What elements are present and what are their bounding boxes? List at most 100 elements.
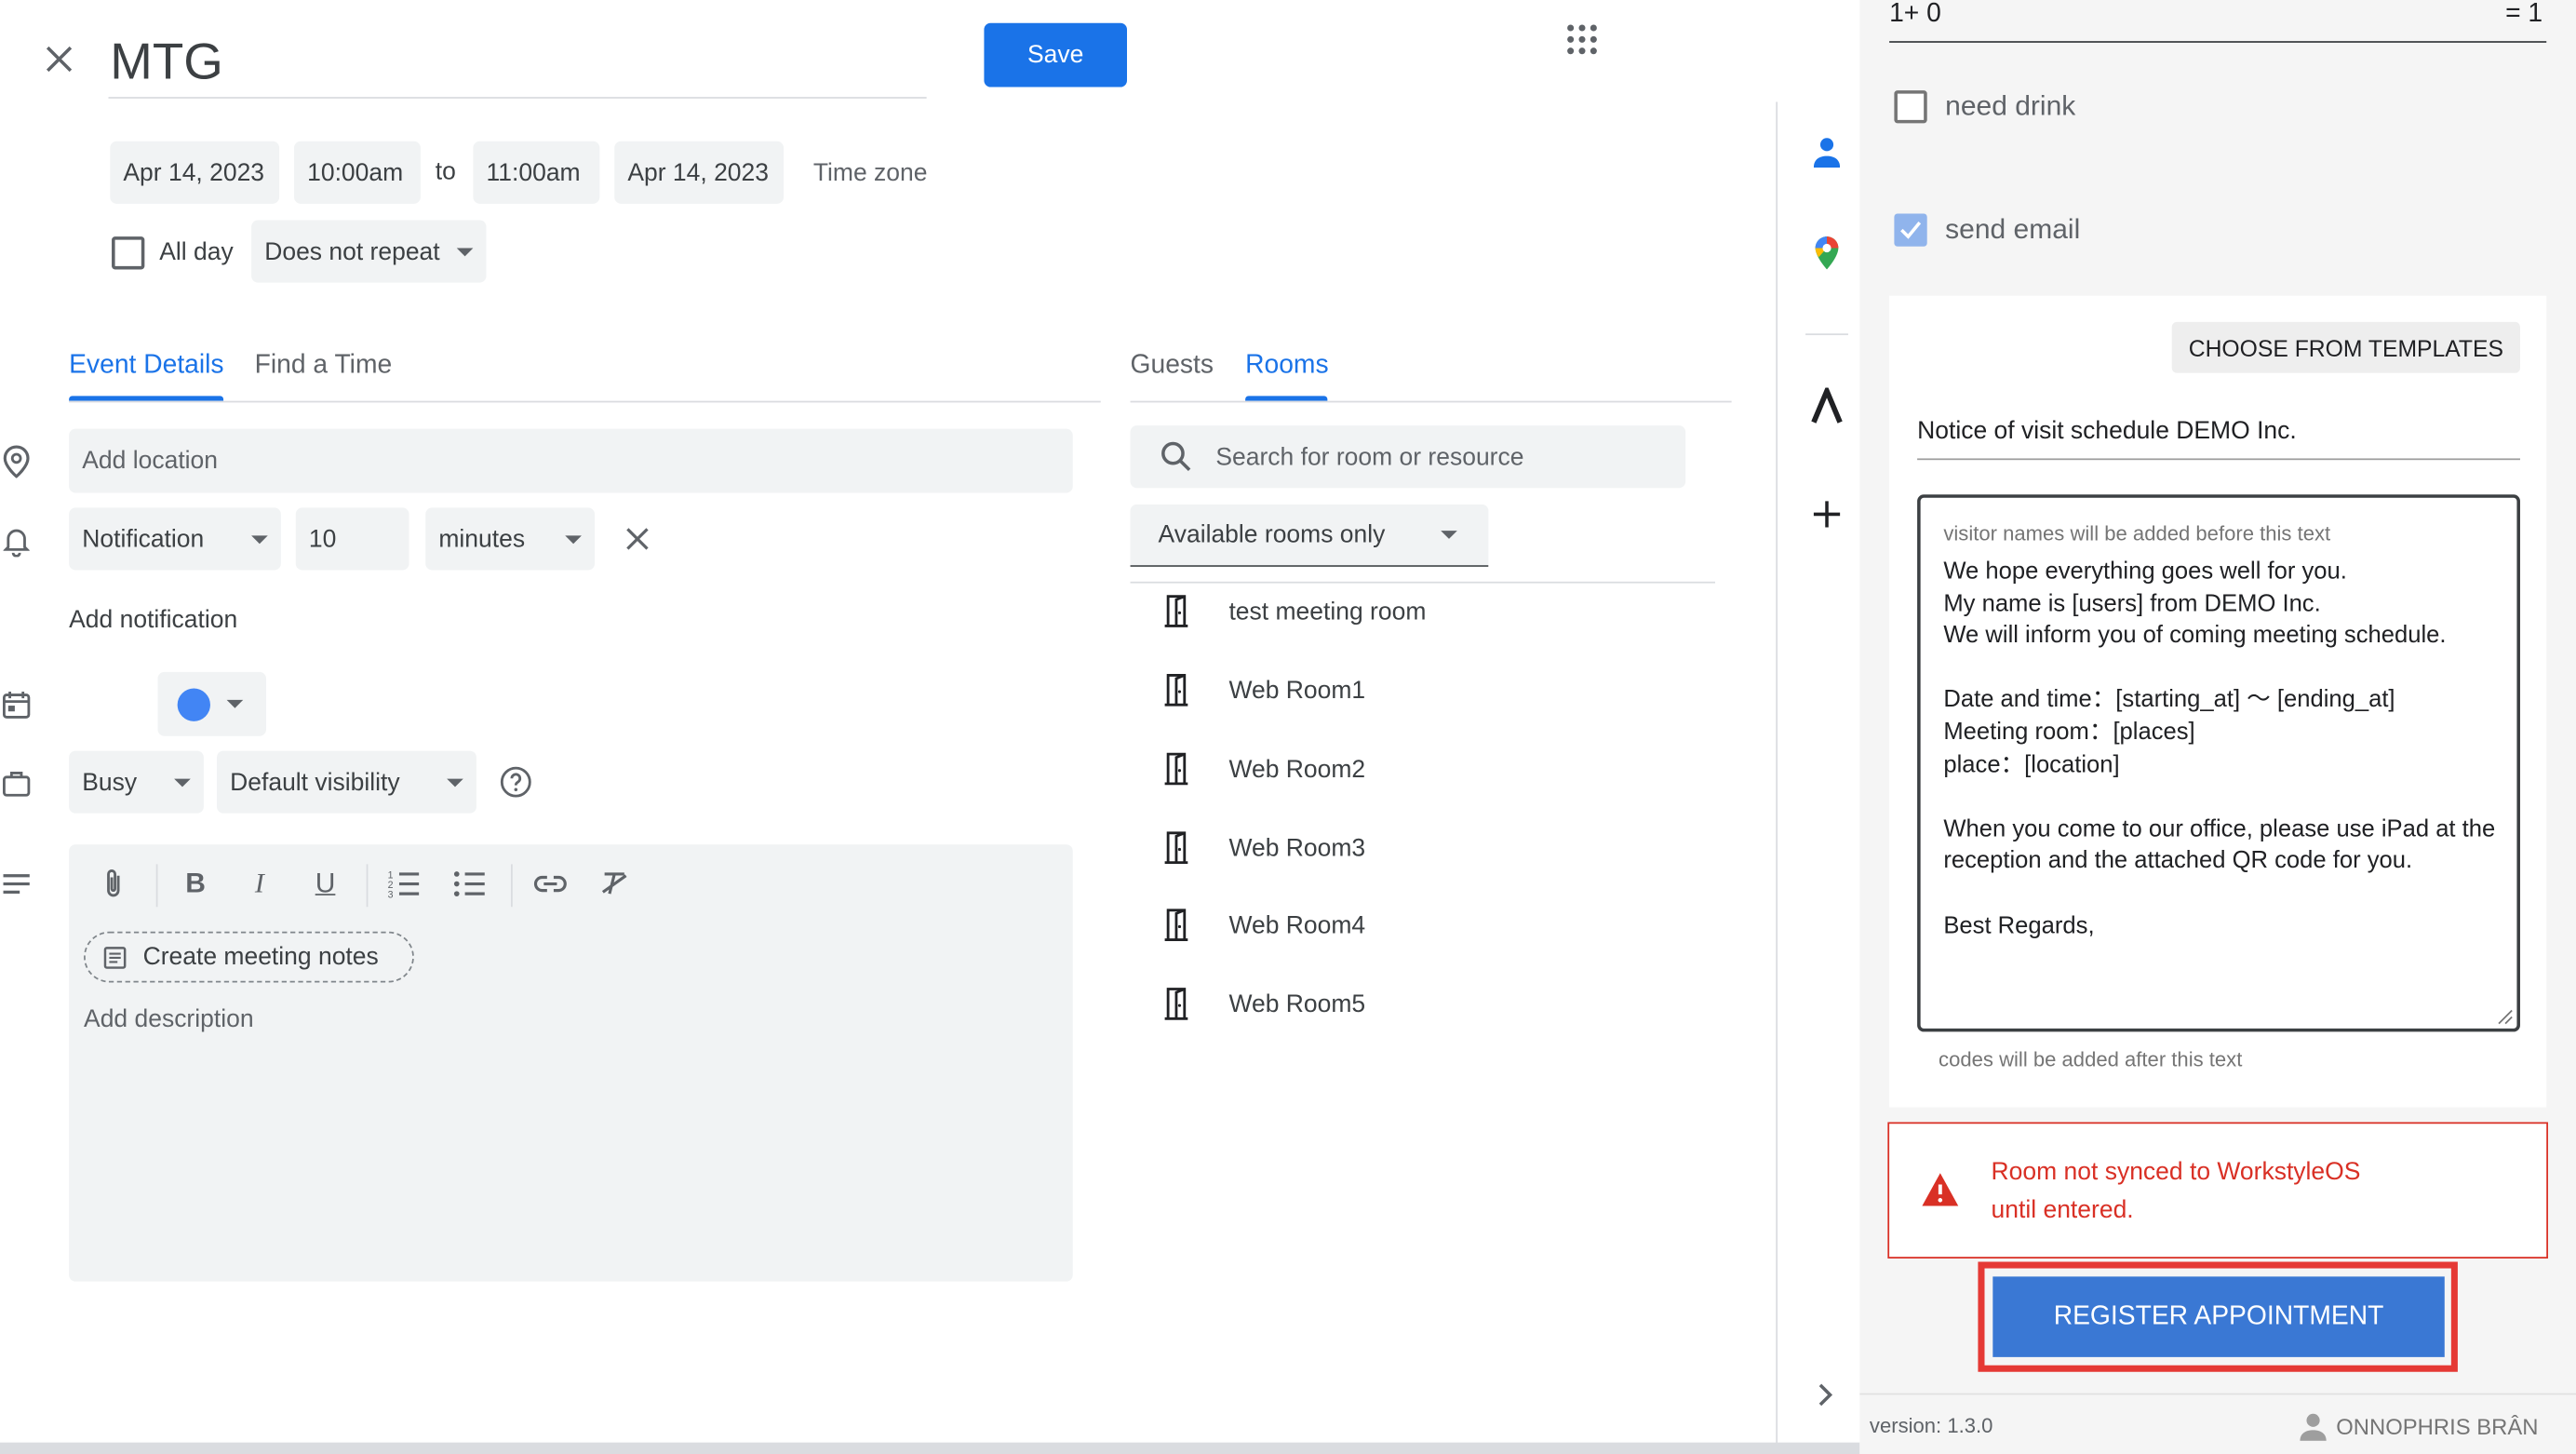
to-label: to <box>435 157 456 186</box>
all-day-label: All day <box>159 237 234 266</box>
add-addon-icon[interactable] <box>1807 494 1846 533</box>
event-title-input[interactable]: MTG <box>108 23 927 99</box>
choose-templates-button[interactable]: CHOOSE FROM TEMPLATES <box>2171 321 2520 373</box>
door-icon <box>1164 988 1188 1020</box>
notification-value-input[interactable]: 10 <box>295 507 409 571</box>
maps-icon[interactable] <box>1807 234 1846 273</box>
description-icon <box>0 868 33 900</box>
remove-notification-icon[interactable] <box>618 519 657 559</box>
calendar-icon <box>0 687 33 723</box>
resize-handle-icon[interactable] <box>2497 1009 2514 1026</box>
room-name: Web Room1 <box>1228 676 1366 705</box>
end-date-field[interactable]: Apr 14, 2023 <box>614 141 785 204</box>
room-item[interactable]: Web Room3 <box>1157 823 1365 872</box>
event-title: MTG <box>110 33 223 91</box>
room-search-input[interactable]: Search for room or resource <box>1130 425 1686 489</box>
clear-formatting-icon[interactable] <box>595 864 634 903</box>
room-item[interactable]: Web Room5 <box>1157 979 1365 1029</box>
tab-find-a-time[interactable]: Find a Time <box>255 352 393 382</box>
apps-grid-icon[interactable] <box>1558 15 1607 64</box>
location-input[interactable]: Add location <box>69 428 1073 493</box>
chevron-down-icon <box>226 699 244 708</box>
after-text-hint: codes will be added after this text <box>1939 1048 2243 1071</box>
register-appointment-button[interactable]: REGISTER APPOINTMENT <box>1992 1276 2445 1357</box>
tab-rooms[interactable]: Rooms <box>1245 352 1328 382</box>
visibility-dropdown[interactable]: Default visibility <box>217 750 476 814</box>
send-email-checkbox[interactable] <box>1894 213 1927 247</box>
chevron-down-icon <box>565 534 582 544</box>
toolbar-divider <box>511 864 513 908</box>
start-time-field[interactable]: 10:00am <box>293 141 421 204</box>
version-label: version: 1.3.0 <box>1869 1414 1993 1438</box>
save-button[interactable]: Save <box>984 22 1127 88</box>
calendar-color-picker[interactable] <box>157 671 266 736</box>
availability-dropdown[interactable]: Busy <box>69 750 204 814</box>
door-icon <box>1164 673 1188 707</box>
rooms-filter-dropdown[interactable]: Available rooms only <box>1130 504 1489 567</box>
room-item[interactable]: Web Room4 <box>1157 900 1365 949</box>
create-meeting-notes-button[interactable]: Create meeting notes <box>84 931 414 983</box>
warning-icon <box>1919 1168 1962 1211</box>
user-icon <box>2300 1413 2327 1441</box>
description-placeholder: Add description <box>84 1005 254 1034</box>
notes-icon <box>103 946 127 968</box>
contacts-icon[interactable] <box>1807 133 1846 172</box>
underline-icon[interactable]: U <box>305 864 344 903</box>
room-name: Web Room5 <box>1228 990 1366 1018</box>
svg-text:3: 3 <box>388 890 394 899</box>
notification-type-dropdown[interactable]: Notification <box>69 507 281 571</box>
sync-warning-text: Room not synced to WorkstyleOS until ent… <box>1991 1158 2361 1224</box>
room-name: Web Room2 <box>1228 755 1366 784</box>
room-name: Web Room4 <box>1228 910 1366 939</box>
repeat-dropdown[interactable]: Does not repeat <box>251 220 487 283</box>
side-rail <box>1776 101 1859 1449</box>
link-icon[interactable] <box>530 864 570 903</box>
tabs-divider <box>1130 400 1732 403</box>
door-icon <box>1164 831 1188 865</box>
all-day-checkbox[interactable] <box>112 236 145 270</box>
tab-guests[interactable]: Guests <box>1131 352 1214 382</box>
numbered-list-icon[interactable]: 123 <box>384 864 423 903</box>
calendar-color-swatch <box>177 688 210 721</box>
tab-event-details[interactable]: Event Details <box>69 352 223 382</box>
timezone-button[interactable]: Time zone <box>813 159 928 187</box>
add-notification-link[interactable]: Add notification <box>69 606 237 634</box>
room-item[interactable]: test meeting room <box>1157 586 1427 636</box>
briefcase-icon <box>0 765 33 801</box>
rail-divider <box>1805 333 1848 336</box>
email-body-textarea[interactable]: visitor names will be added before this … <box>1917 494 2520 1032</box>
door-icon <box>1164 909 1188 941</box>
tabs-divider <box>69 400 1101 403</box>
chevron-down-icon <box>1441 531 1457 539</box>
formula-right: = 1 <box>2505 0 2543 29</box>
attachment-icon[interactable] <box>94 864 133 903</box>
bold-icon[interactable]: B <box>176 864 215 903</box>
horizontal-scrollbar[interactable] <box>0 1442 1860 1454</box>
location-pin-icon <box>0 444 33 480</box>
rooms-list-divider <box>1130 581 1715 584</box>
start-date-field[interactable]: Apr 14, 2023 <box>110 141 280 204</box>
chevron-down-icon <box>251 534 268 544</box>
chevron-right-icon[interactable] <box>1809 1379 1842 1411</box>
chevron-down-icon <box>447 777 463 787</box>
user-badge: ONNOPHRIS BRÂN <box>2299 1411 2538 1441</box>
italic-icon[interactable]: I <box>240 864 279 903</box>
chevron-down-icon <box>456 247 474 256</box>
addon-logo-icon[interactable] <box>1805 383 1848 428</box>
description-editor[interactable] <box>69 844 1073 1282</box>
bulleted-list-icon[interactable] <box>450 864 490 903</box>
footer-divider <box>1859 1393 2576 1395</box>
end-time-field[interactable]: 11:00am <box>473 141 600 204</box>
room-name: test meeting room <box>1228 597 1427 626</box>
toolbar-divider <box>366 864 369 908</box>
send-email-label: send email <box>1945 213 2081 245</box>
email-subject-input[interactable]: Notice of visit schedule DEMO Inc. <box>1917 411 2520 461</box>
close-icon[interactable] <box>36 36 82 82</box>
need-drink-checkbox[interactable] <box>1894 90 1927 124</box>
notification-unit-dropdown[interactable]: minutes <box>425 507 596 571</box>
room-item[interactable]: Web Room2 <box>1157 745 1365 794</box>
door-icon <box>1164 752 1188 786</box>
help-icon[interactable] <box>498 764 534 801</box>
room-item[interactable]: Web Room1 <box>1157 666 1365 715</box>
before-text-hint: visitor names will be added before this … <box>1943 522 2331 545</box>
